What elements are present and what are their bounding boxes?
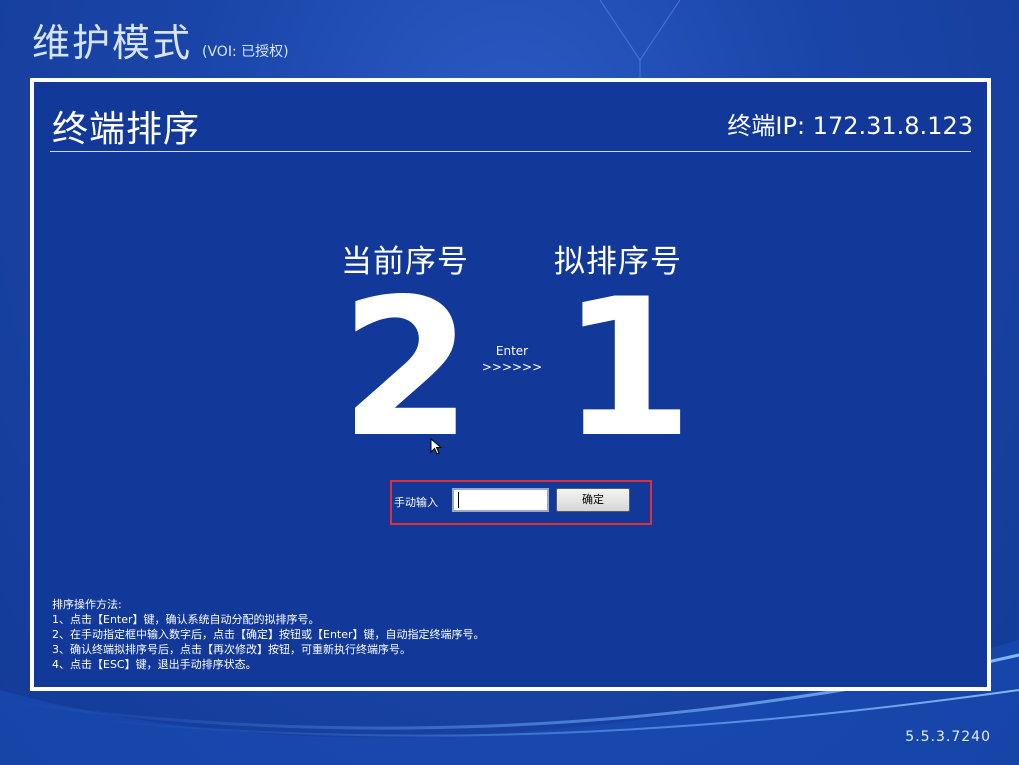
- enter-arrow-hint: Enter >>>>>>: [474, 343, 550, 375]
- header-divider: [50, 151, 971, 152]
- mouse-pointer-icon: [430, 438, 443, 455]
- sort-instructions: 排序操作方法: 1、点击【Enter】键，确认系统自动分配的拟排序号。 2、在手…: [52, 597, 485, 672]
- manual-input-label: 手动输入: [394, 496, 438, 509]
- terminal-sort-panel: 终端排序 终端IP: 172.31.8.123 当前序号 拟排序号 2 Ente…: [30, 78, 991, 691]
- manual-number-input[interactable]: [452, 488, 549, 512]
- instruction-line: 4、点击【ESC】键，退出手动排序状态。: [52, 658, 257, 671]
- confirm-button[interactable]: 确定: [556, 488, 630, 512]
- instruction-line: 2、在手动指定框中输入数字后，点击【确定】按钮或【Enter】键，自动指定终端序…: [52, 628, 485, 641]
- instruction-line: 3、确认终端拟排序号后，点击【再次修改】按钮，可重新执行终端序号。: [52, 643, 411, 656]
- license-status: (VOI: 已授权): [202, 44, 289, 60]
- version-number: 5.5.3.7240: [905, 729, 991, 745]
- panel-title: 终端排序: [52, 109, 201, 150]
- arrow-hint-text: >>>>>>: [481, 360, 543, 374]
- manual-input-group: 手动输入 确定: [390, 480, 652, 525]
- planned-number: 1: [561, 258, 694, 479]
- maintenance-mode-title: 维护模式: [32, 21, 193, 65]
- text-caret: [458, 492, 459, 508]
- instructions-heading: 排序操作方法:: [52, 598, 122, 611]
- top-title: 维护模式 (VOI: 已授权): [32, 12, 289, 67]
- current-number: 2: [340, 258, 473, 479]
- instruction-line: 1、点击【Enter】键，确认系统自动分配的拟排序号。: [52, 613, 320, 626]
- terminal-ip: 终端IP: 172.31.8.123: [727, 112, 973, 140]
- enter-hint-text: Enter: [495, 344, 529, 358]
